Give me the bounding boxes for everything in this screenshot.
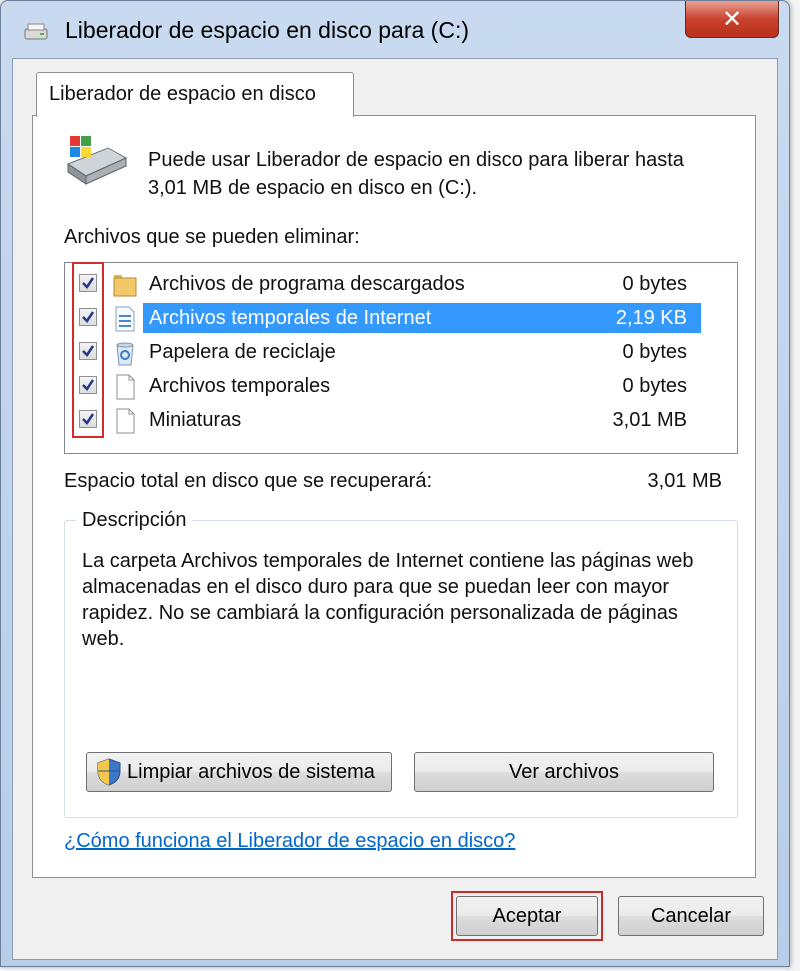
list-item[interactable]: Archivos temporales de Internet 2,19 KB <box>65 301 737 335</box>
item-name: Miniaturas <box>149 409 242 431</box>
internet-file-icon <box>115 306 135 332</box>
list-item[interactable]: Archivos de programa descargados 0 bytes <box>65 267 737 301</box>
intro-line-1: Puede usar Liberador de espacio en disco… <box>148 149 684 171</box>
list-item[interactable]: Archivos temporales 0 bytes <box>65 369 737 403</box>
title-bar[interactable]: Liberador de espacio en disco para (C:) … <box>1 1 789 61</box>
cancel-label: Cancelar <box>650 904 732 927</box>
item-size: 0 bytes <box>622 341 687 363</box>
total-space-value: 3,01 MB <box>647 470 722 492</box>
item-size: 0 bytes <box>622 273 687 295</box>
file-icon <box>116 408 135 434</box>
disk-cleanup-app-icon <box>24 23 48 40</box>
view-files-button[interactable]: Ver archivos <box>414 752 714 792</box>
uac-shield-icon <box>97 758 121 786</box>
ok-button[interactable]: Aceptar <box>456 896 598 936</box>
list-item[interactable]: Miniaturas 3,01 MB <box>65 403 737 437</box>
item-size: 3,01 MB <box>612 409 687 431</box>
files-list-label: Archivos que se pueden eliminar: <box>64 226 360 248</box>
item-size: 0 bytes <box>622 375 687 397</box>
item-name: Archivos de programa descargados <box>149 273 465 295</box>
close-button[interactable]: ✕ <box>685 1 779 38</box>
folder-icon <box>113 275 137 297</box>
file-icon <box>116 374 135 400</box>
total-space-label: Espacio total en disco que se recuperará… <box>64 470 432 492</box>
item-size: 2,19 KB <box>615 307 687 329</box>
help-link[interactable]: ¿Cómo funciona el Liberador de espacio e… <box>64 830 515 853</box>
tab-label: Liberador de espacio en disco <box>49 83 316 105</box>
intro-text: Puede usar Liberador de espacio en disco… <box>148 146 684 202</box>
item-name: Archivos temporales de Internet <box>149 307 432 329</box>
item-name: Archivos temporales <box>149 375 331 397</box>
tab-disk-cleanup[interactable]: Liberador de espacio en disco <box>36 72 354 117</box>
item-name: Papelera de reciclaje <box>149 341 336 363</box>
files-list[interactable]: Archivos de programa descargados 0 bytes… <box>64 262 738 454</box>
clean-system-files-button[interactable]: Limpiar archivos de sistema <box>86 752 392 792</box>
ok-label: Aceptar <box>492 904 562 927</box>
clean-system-files-label: Limpiar archivos de sistema <box>127 760 375 783</box>
intro-line-2: 3,01 MB de espacio en disco en (C:). <box>148 177 478 199</box>
hard-drive-icon <box>66 136 128 185</box>
description-text: La carpeta Archivos temporales de Intern… <box>82 550 694 650</box>
list-item[interactable]: Papelera de reciclaje 0 bytes <box>65 335 737 369</box>
close-icon: ✕ <box>721 5 743 33</box>
description-title: Descripción <box>76 509 193 532</box>
window-title: Liberador de espacio en disco para (C:) <box>65 17 470 43</box>
cancel-button[interactable]: Cancelar <box>618 896 764 936</box>
recycle-bin-icon <box>116 342 134 366</box>
view-files-label: Ver archivos <box>508 760 620 783</box>
checkbox-column-highlight <box>72 262 104 438</box>
